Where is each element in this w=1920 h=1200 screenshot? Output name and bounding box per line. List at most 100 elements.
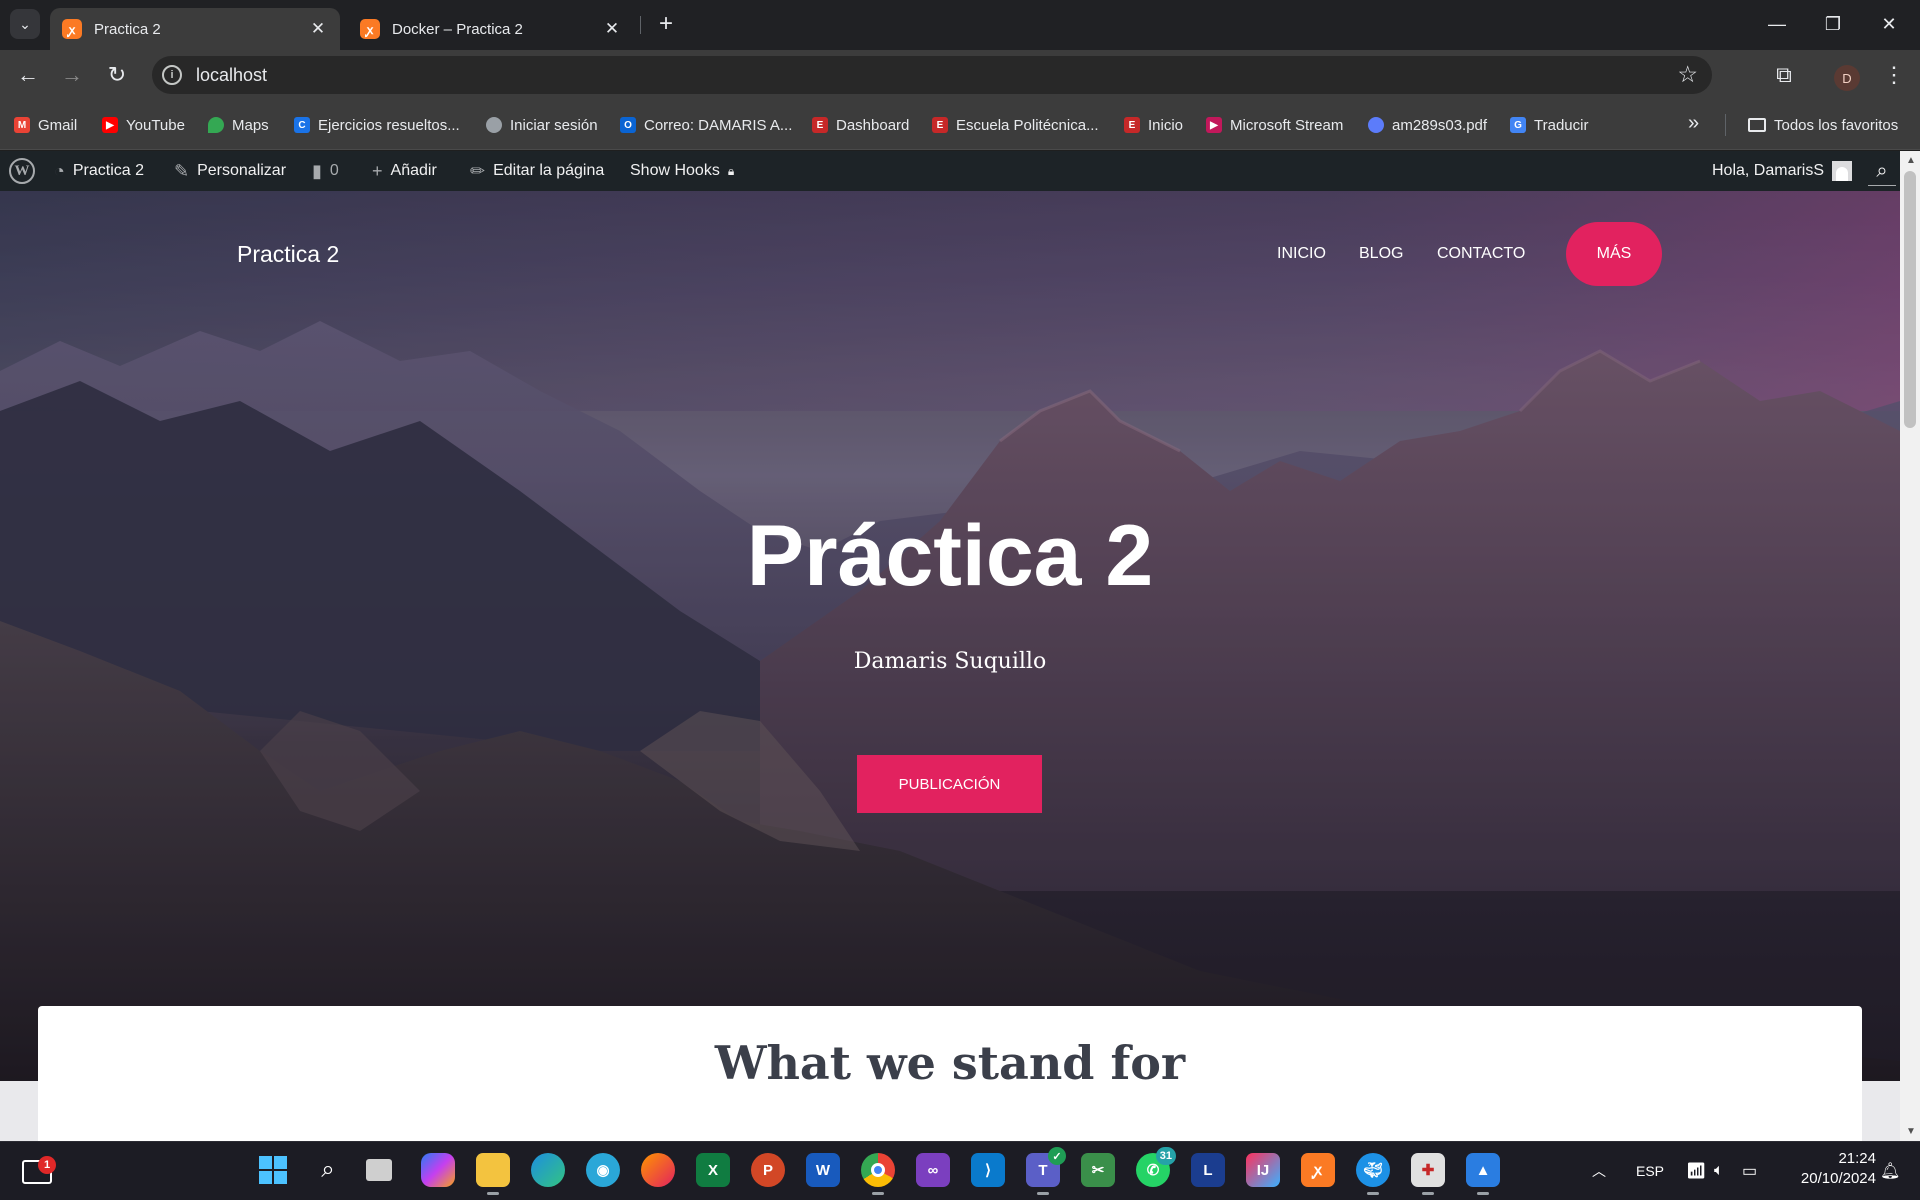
extensions-puzzle-icon[interactable]: ⧉ [1768,59,1800,91]
task-view-icon[interactable] [366,1159,392,1181]
translate-icon: G [1510,117,1526,133]
bookmark-dashboard[interactable]: E Dashboard [812,114,909,136]
chevron-down-icon: ⌄ [19,15,31,32]
tab-practica-2[interactable]: ꭙ Practica 2 ✕ [50,8,340,50]
wp-logo-menu[interactable]: W [9,151,35,191]
scroll-down-arrow-icon[interactable]: ▼ [1906,1126,1916,1137]
wp-customize[interactable]: ✎ Personalizar [174,151,286,191]
photos-icon[interactable]: ▲ [1466,1153,1500,1195]
notification-badge: 1 [38,1156,56,1174]
whatsapp-icon[interactable]: ✆ 31 [1136,1147,1176,1187]
app-eye-icon[interactable]: ◉ [586,1153,620,1187]
bookmark-gmail[interactable]: M Gmail [14,114,77,136]
outlook-icon: O [620,117,636,133]
wp-search-icon[interactable]: ⌕ [1864,151,1900,191]
edge-icon[interactable] [531,1153,565,1187]
excel-icon[interactable]: X [696,1153,730,1187]
bookmark-microsoft-stream[interactable]: ▶ Microsoft Stream [1206,114,1343,136]
bookmark-correo[interactable]: O Correo: DAMARIS A... [620,114,792,136]
profile-avatar[interactable]: D [1834,65,1860,91]
page-scrollbar[interactable]: ▲ ▼ [1900,151,1920,1141]
language-indicator[interactable]: ESP [1636,1141,1664,1200]
close-tab-icon[interactable]: ✕ [308,19,328,39]
menu-item-contacto[interactable]: CONTACTO [1437,245,1525,263]
new-tab-button[interactable]: + [652,10,680,38]
search-icon[interactable]: ⌕ [311,1153,345,1187]
globe-icon [486,117,502,133]
close-tab-icon[interactable]: ✕ [602,19,622,39]
minimize-button[interactable]: — [1754,8,1800,40]
wp-edit-page[interactable]: ✏ Editar la página [470,151,604,191]
volume-icon[interactable]: 🔈︎ [1714,1141,1724,1200]
widgets-news-icon[interactable]: 1 [22,1156,56,1184]
teams-icon[interactable]: T ✓ [1026,1147,1066,1195]
user-avatar-icon [1832,161,1853,181]
publicacion-button[interactable]: PUBLICACIÓN [857,755,1042,813]
bookmark-star-icon[interactable]: ☆ [1677,61,1698,88]
xampp-icon[interactable]: ꭙ [1301,1153,1335,1187]
content-card: What we stand for [38,1006,1862,1141]
wp-site-name[interactable]: ◔ Practica 2 [54,151,144,191]
tab-separator [640,16,641,34]
wp-comments[interactable]: ▮ 0 [312,151,339,191]
forward-button[interactable]: → [56,59,88,91]
hero-section: Practica 2 INICIO BLOG CONTACTO MÁS Prác… [0,191,1900,1081]
clock[interactable]: 21:24 20/10/2024 [1780,1149,1876,1189]
tray-overflow-chevron-icon[interactable]: ︿ [1592,1141,1606,1200]
app-tools-icon[interactable]: ✚ [1411,1153,1445,1195]
school-icon: E [932,117,948,133]
school-icon: E [812,117,828,133]
menu-item-mas-button[interactable]: MÁS [1566,222,1662,286]
notifications-bell-icon[interactable]: 🔔︎ [1880,1141,1900,1200]
more-bookmarks-chevron-icon[interactable]: » [1688,112,1699,135]
vscode-icon[interactable]: ⟩ [971,1153,1005,1187]
menu-item-inicio[interactable]: INICIO [1277,245,1326,263]
bookmark-escuela-politecnica[interactable]: E Escuela Politécnica... [932,114,1099,136]
snipping-tool-icon[interactable]: ✂ [1081,1153,1115,1187]
xampp-favicon-icon: ꭙ [62,19,82,39]
scroll-up-arrow-icon[interactable]: ▲ [1906,155,1916,166]
bookmark-inicio[interactable]: E Inicio [1124,114,1183,136]
intellij-icon[interactable]: IJ [1246,1153,1280,1187]
site-info-icon[interactable]: i [162,65,182,85]
wordpress-logo-icon: W [9,158,35,184]
chrome-icon[interactable] [861,1153,895,1195]
restore-button[interactable]: ❐ [1810,8,1856,40]
powerpoint-icon[interactable]: P [751,1153,785,1187]
back-button[interactable]: ← [12,59,44,91]
bookmark-maps[interactable]: Maps [208,114,269,136]
all-bookmarks-folder[interactable]: Todos los favoritos [1748,114,1898,136]
bookmark-ejercicios[interactable]: C Ejercicios resueltos... [294,114,460,136]
file-explorer-icon[interactable] [476,1153,510,1195]
copilot-icon[interactable] [421,1153,455,1187]
scroll-thumb[interactable] [1904,171,1916,428]
bookmark-traducir[interactable]: G Traducir [1510,114,1588,136]
docker-icon[interactable]: 🐳︎ [1356,1153,1390,1195]
wp-add-new[interactable]: + Añadir [372,151,437,191]
tab-docker[interactable]: ꭙ Docker – Practica 2 ✕ [348,8,634,50]
address-bar[interactable]: i localhost ☆ [152,56,1712,94]
browser-menu-icon[interactable]: ⋮ [1880,59,1908,91]
windows-start-icon[interactable] [256,1153,290,1187]
url-text[interactable]: localhost [196,65,267,86]
bookmark-pdf[interactable]: am289s03.pdf [1368,114,1487,136]
gmail-icon: M [14,117,30,133]
reload-button[interactable]: ↻ [101,59,133,91]
menu-item-blog[interactable]: BLOG [1359,245,1403,263]
word-icon[interactable]: W [806,1153,840,1187]
stream-icon: ▶ [1206,117,1222,133]
close-window-button[interactable]: ✕ [1866,8,1912,40]
bookmark-iniciar-sesion[interactable]: Iniciar sesión [486,114,598,136]
wp-show-hooks[interactable]: Show Hooks 🔒︎ [630,151,734,191]
wp-my-account[interactable]: Hola, DamarisS [1712,151,1853,191]
site-title[interactable]: Practica 2 [237,241,339,268]
visual-studio-icon[interactable]: ∞ [916,1153,950,1187]
battery-icon[interactable]: ▭ [1742,1141,1757,1200]
bookmark-youtube[interactable]: ▶ YouTube [102,114,185,136]
firefox-icon[interactable] [641,1153,675,1187]
tab-search-button[interactable]: ⌄ [10,9,40,39]
wifi-icon[interactable]: 📶︎ [1686,1141,1706,1200]
lock-icon: 🔒︎ [727,163,735,178]
wp-admin-bar: W ◔ Practica 2 ✎ Personalizar ▮ 0 + Añadir ✏… [0,151,1920,191]
app-l-icon[interactable]: L [1191,1153,1225,1187]
